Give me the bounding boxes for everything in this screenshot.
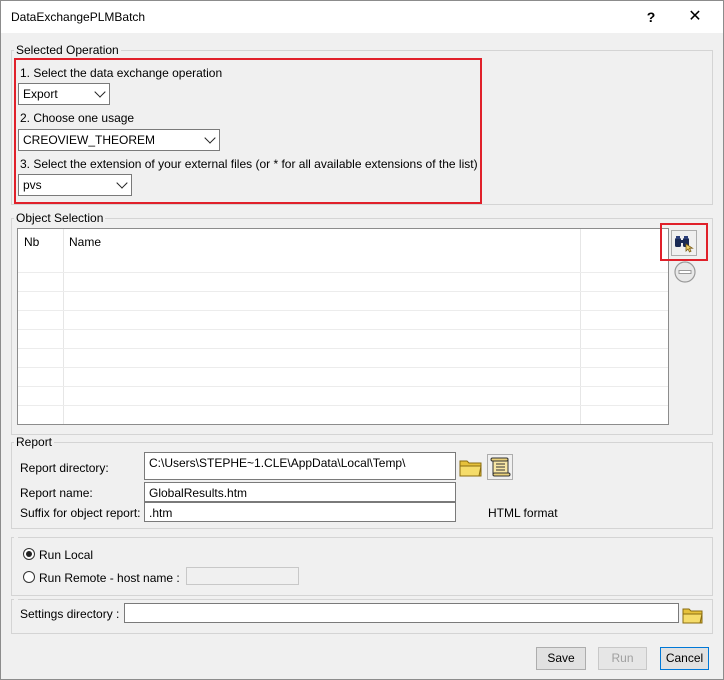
object-table[interactable]: Nb Name bbox=[17, 228, 669, 425]
host-name-input[interactable] bbox=[186, 567, 299, 585]
run-options-group bbox=[11, 537, 713, 596]
report-directory-input[interactable]: C:\Users\STEPHE~1.CLE\AppData\Local\Temp… bbox=[144, 452, 456, 480]
table-row bbox=[18, 348, 668, 349]
report-directory-label: Report directory: bbox=[20, 461, 109, 475]
cancel-button[interactable]: Cancel bbox=[660, 647, 709, 670]
remove-object-button[interactable] bbox=[672, 259, 698, 285]
settings-directory-input[interactable] bbox=[124, 603, 679, 623]
run-remote-label[interactable]: Run Remote - host name : bbox=[39, 571, 180, 585]
suffix-value: .htm bbox=[149, 506, 173, 520]
run-button[interactable]: Run bbox=[598, 647, 647, 670]
table-row bbox=[18, 310, 668, 311]
folder-open-icon bbox=[459, 460, 482, 477]
help-button[interactable]: ? bbox=[631, 5, 671, 29]
html-format-label: HTML format bbox=[488, 506, 558, 520]
run-local-label[interactable]: Run Local bbox=[39, 548, 93, 562]
highlight-box-operation bbox=[14, 58, 482, 204]
table-row bbox=[18, 291, 668, 292]
view-report-button[interactable] bbox=[487, 454, 513, 480]
suffix-input[interactable]: .htm bbox=[144, 502, 456, 522]
table-row bbox=[18, 272, 668, 273]
column-header-nb[interactable]: Nb bbox=[24, 235, 39, 249]
browse-report-directory-button[interactable] bbox=[458, 454, 484, 480]
report-name-label: Report name: bbox=[20, 486, 93, 500]
remove-circle-icon bbox=[674, 261, 696, 283]
highlight-box-search bbox=[660, 223, 708, 261]
suffix-label: Suffix for object report: bbox=[20, 506, 141, 520]
save-button[interactable]: Save bbox=[536, 647, 586, 670]
run-remote-radio[interactable] bbox=[23, 571, 35, 583]
report-name-value: GlobalResults.htm bbox=[149, 486, 248, 500]
selected-operation-legend: Selected Operation bbox=[16, 43, 119, 57]
table-row bbox=[18, 386, 668, 387]
object-selection-legend: Object Selection bbox=[16, 211, 104, 225]
dialog-window: DataExchangePLMBatch ? ✕ Selected Operat… bbox=[0, 0, 724, 680]
column-header-name[interactable]: Name bbox=[69, 235, 101, 249]
column-divider bbox=[580, 229, 581, 424]
column-divider bbox=[63, 229, 64, 424]
report-name-input[interactable]: GlobalResults.htm bbox=[144, 482, 456, 502]
title-bar: DataExchangePLMBatch ? ✕ bbox=[1, 1, 723, 33]
radio-selected-dot bbox=[26, 551, 32, 557]
table-row bbox=[18, 367, 668, 368]
window-title: DataExchangePLMBatch bbox=[11, 10, 146, 24]
report-directory-value: C:\Users\STEPHE~1.CLE\AppData\Local\Temp… bbox=[149, 456, 406, 470]
folder-open-icon bbox=[682, 608, 703, 624]
table-row bbox=[18, 405, 668, 406]
scroll-icon bbox=[490, 457, 511, 477]
run-local-radio[interactable] bbox=[23, 548, 35, 560]
report-legend: Report bbox=[16, 435, 53, 449]
settings-directory-label: Settings directory : bbox=[20, 607, 120, 621]
browse-settings-directory-button[interactable] bbox=[681, 603, 705, 627]
close-button[interactable]: ✕ bbox=[675, 5, 715, 29]
table-row bbox=[18, 329, 668, 330]
